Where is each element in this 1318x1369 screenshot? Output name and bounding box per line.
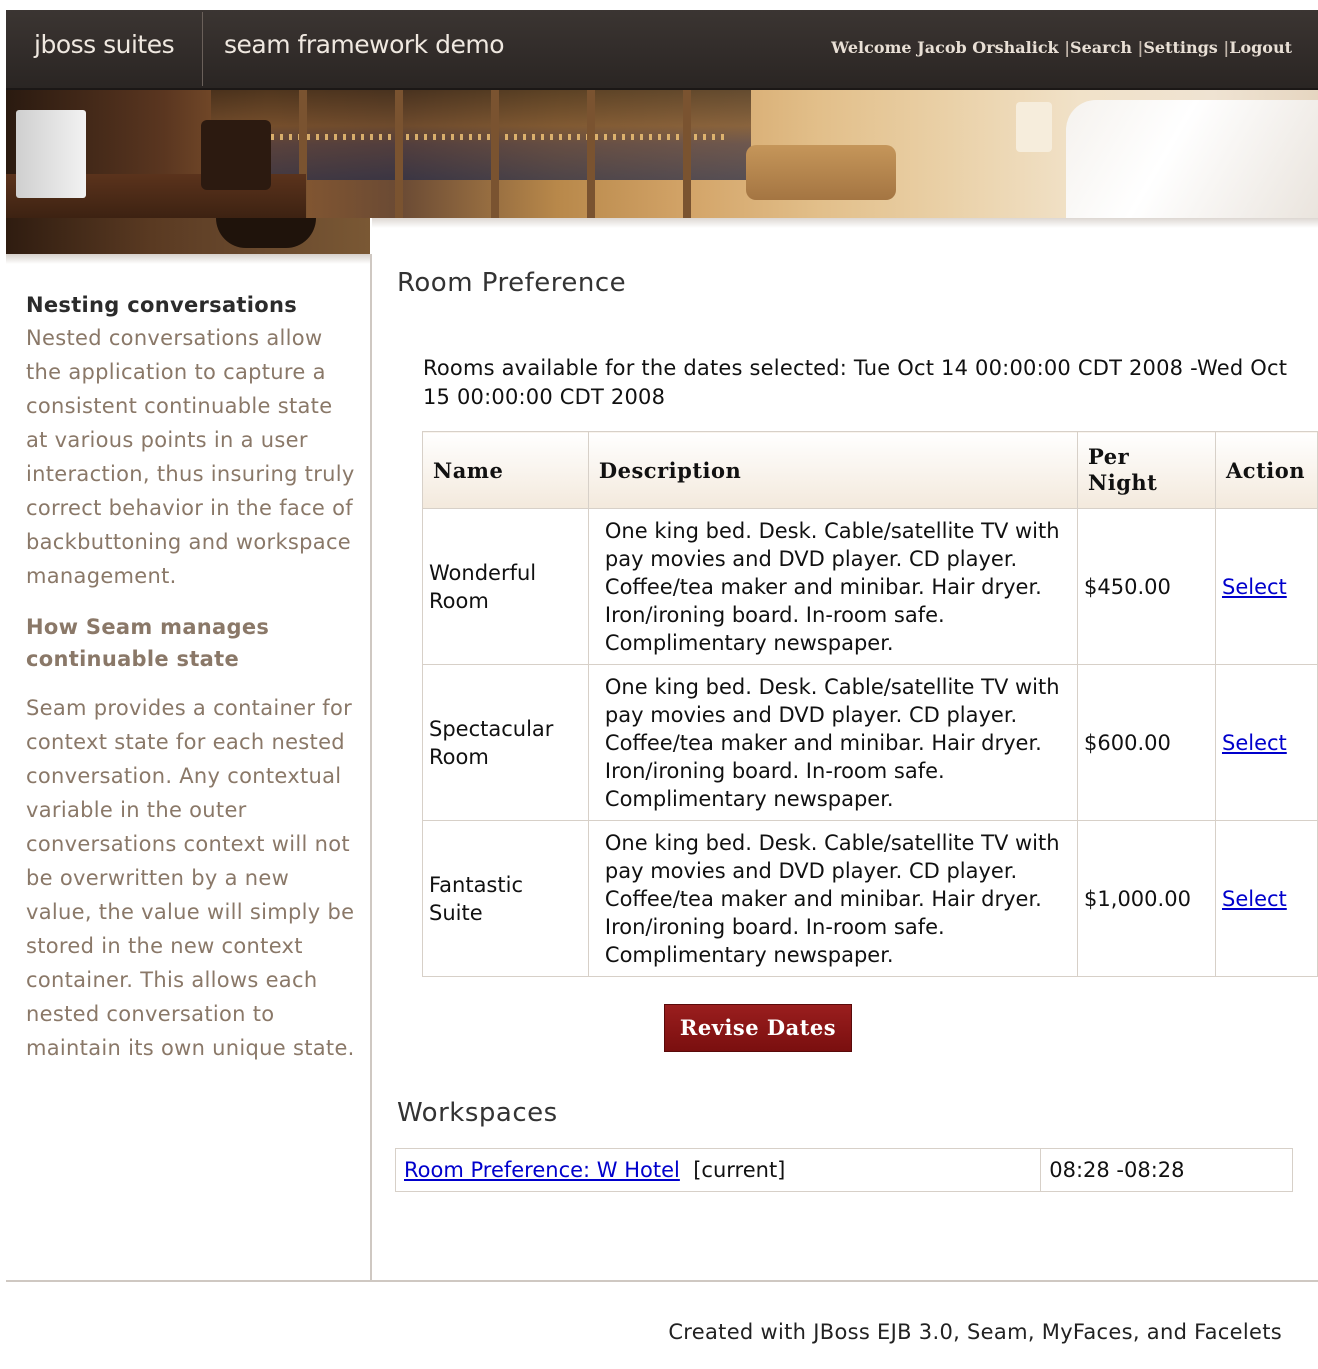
table-row: Spectacular Room One king bed. Desk. Cab… [422,664,1318,821]
sidebar-heading-continuable: How Seam manages continuable state [26,615,270,671]
banner-sofa [746,145,896,200]
room-description: One king bed. Desk. Cable/satellite TV w… [587,508,1079,665]
room-name: Spectacular Room [422,664,589,821]
hotel-banner-image [6,90,1318,218]
banner-left-extension [6,218,370,254]
table-header-row: Name Description Per Night Action [422,431,1318,509]
banner-bed [1066,100,1318,218]
brand-name: jboss suites [34,30,175,59]
column-header-action: Action [1214,431,1318,509]
room-price: $600.00 [1077,664,1216,821]
sidebar-content: Nesting conversations Nested conversatio… [26,290,356,1065]
footer-credits: Created with JBoss EJB 3.0, Seam, MyFace… [668,1320,1282,1344]
welcome-text: Welcome Jacob Orshalick [831,38,1059,57]
room-description: One king bed. Desk. Cable/satellite TV w… [587,820,1079,977]
page-frame: jboss suites seam framework demo Welcome… [6,10,1318,1369]
room-price: $450.00 [1077,508,1216,665]
workspace-link[interactable]: Room Preference: W Hotel [404,1158,680,1182]
footer: Created with JBoss EJB 3.0, Seam, MyFace… [6,1280,1318,1369]
page-title: Room Preference [397,268,627,298]
room-price: $1,000.00 [1077,820,1216,977]
app-title: seam framework demo [224,30,505,59]
revise-dates-button[interactable]: Revise Dates [664,1004,852,1052]
rooms-table: Name Description Per Night Action Wonder… [422,431,1318,977]
workspace-cell: Room Preference: W Hotel [current] [394,1148,1042,1192]
banner-chair-base [216,218,316,248]
banner-lamp [1016,102,1052,152]
select-room-link[interactable]: Select [1222,887,1287,911]
workspaces-table: Room Preference: W Hotel [current] 08:28… [394,1148,1293,1192]
column-header-per-night: Per Night [1077,431,1216,509]
settings-link[interactable]: Settings [1143,38,1217,57]
table-row: Wonderful Room One king bed. Desk. Cable… [422,508,1318,665]
banner-chair [201,120,271,190]
top-nav: Welcome Jacob Orshalick |Search |Setting… [831,38,1292,57]
column-header-description: Description [587,431,1079,509]
sidebar-shadow [6,254,370,264]
workspace-row: Room Preference: W Hotel [current] 08:28… [394,1148,1293,1192]
workspace-status: [current] [693,1158,786,1182]
search-link[interactable]: Search [1070,38,1132,57]
sidebar-paragraph-nesting: Nested conversations allow the applicati… [26,326,355,588]
content-shadow [372,218,1318,228]
select-room-link[interactable]: Select [1222,575,1287,599]
sidebar-heading-nesting: Nesting conversations [26,293,298,317]
logout-link[interactable]: Logout [1229,38,1292,57]
banner-monitor [16,110,86,198]
sidebar-paragraph-continuable: Seam provides a container for context st… [26,696,355,1060]
top-header: jboss suites seam framework demo Welcome… [6,10,1318,90]
room-name: Fantastic Suite [422,820,589,977]
room-description: One king bed. Desk. Cable/satellite TV w… [587,664,1079,821]
availability-text: Rooms available for the dates selected: … [423,356,1288,409]
room-name: Wonderful Room [422,508,589,665]
table-row: Fantastic Suite One king bed. Desk. Cabl… [422,820,1318,977]
workspaces-title: Workspaces [397,1098,558,1128]
brand-divider [202,12,203,86]
sidebar: Nesting conversations Nested conversatio… [6,254,372,1280]
column-header-name: Name [422,431,589,509]
main-content: Room Preference Rooms available for the … [372,218,1318,1280]
workspace-time: 08:28 -08:28 [1040,1148,1293,1192]
select-room-link[interactable]: Select [1222,731,1287,755]
